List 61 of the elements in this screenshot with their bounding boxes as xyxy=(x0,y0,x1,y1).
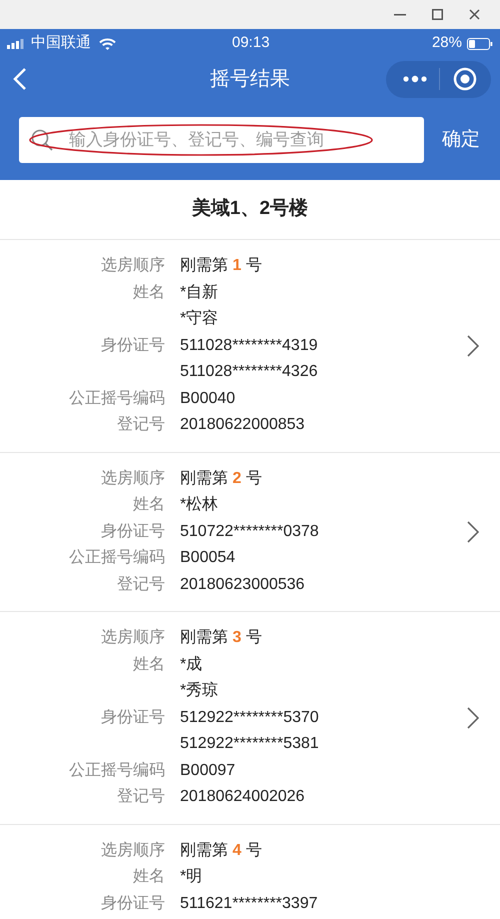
field-value: 20180622000853 xyxy=(180,415,305,435)
field-value: 刚需第 2 号 xyxy=(180,468,262,488)
field-value: 刚需第 4 号 xyxy=(180,840,262,860)
search-icon xyxy=(30,128,54,152)
field-label: 姓名 xyxy=(132,282,165,302)
field-label: 公正摇号编码 xyxy=(68,548,165,568)
field-value: 20180623000536 xyxy=(180,574,305,594)
field-label: 姓名 xyxy=(132,867,165,887)
field-label: 选房顺序 xyxy=(100,628,165,648)
back-icon[interactable] xyxy=(13,67,27,91)
field-value: *守容 xyxy=(180,308,218,329)
field-value: 512922********5381 xyxy=(180,734,319,754)
field-label: 选房顺序 xyxy=(100,468,165,488)
field-label: 登记号 xyxy=(116,574,165,594)
field-label: 身份证号 xyxy=(100,336,165,356)
field-value: B00097 xyxy=(180,760,236,780)
minimize-icon[interactable] xyxy=(394,14,406,16)
close-icon[interactable] xyxy=(469,9,480,20)
field-label: 身份证号 xyxy=(100,708,165,728)
field-label: 公正摇号编码 xyxy=(68,388,165,408)
result-card[interactable]: 选房顺序 刚需第 4 号 姓名 *明 身份证号 511621********3397 xyxy=(0,824,500,919)
field-label: 登记号 xyxy=(116,787,165,807)
field-value: 20180624002026 xyxy=(180,787,305,807)
field-value: 511621********3397 xyxy=(180,894,318,914)
field-value: *松林 xyxy=(180,494,218,515)
field-label: 选房顺序 xyxy=(100,256,165,276)
field-value: *成 xyxy=(180,654,202,674)
search-field[interactable]: 输入身份证号、登记号、编号查询 xyxy=(19,117,424,163)
field-value: 511028********4326 xyxy=(180,362,318,382)
result-card[interactable]: 选房顺序 刚需第 3 号 姓名 *成 *秀琼 身份证号 512922********5370 512922********5381 公正摇号编码 B00097 登记号 20180624002026 xyxy=(0,612,500,824)
field-label: 选房顺序 xyxy=(100,840,165,860)
result-card[interactable]: 选房顺序 刚需第 2 号 姓名 *松林 身份证号 510722********0378 公正摇号编码 B00054 登记号 20180623000536 xyxy=(0,452,500,612)
battery-percent: 28% xyxy=(432,33,462,54)
field-value: 刚需第 1 号 xyxy=(180,256,262,276)
field-label: 姓名 xyxy=(132,654,165,674)
clock-time: 09:13 xyxy=(232,33,270,54)
field-value: 512922********5370 xyxy=(180,708,319,728)
building-heading: 美域1、2号楼 xyxy=(192,196,308,222)
signal-icon xyxy=(7,38,24,48)
field-value: 511028********4319 xyxy=(180,336,318,356)
result-card[interactable]: 选房顺序 刚需第 1 号 姓名 *自新 *守容 身份证号 511028********4319 511028********4326 公正摇号编码 B00040 登记号 20180622000853 xyxy=(0,240,500,452)
field-label: 公正摇号编码 xyxy=(68,760,165,780)
maximize-icon[interactable] xyxy=(432,9,443,20)
field-value: *明 xyxy=(180,867,202,887)
field-label: 身份证号 xyxy=(100,894,165,914)
carrier-name: 中国联通 xyxy=(31,33,91,54)
close-target-icon[interactable] xyxy=(453,67,477,91)
field-label: 姓名 xyxy=(132,495,165,515)
page-title: 摇号结果 xyxy=(209,67,291,92)
field-label: 身份证号 xyxy=(100,522,165,542)
battery-icon xyxy=(467,38,493,50)
field-value: 刚需第 3 号 xyxy=(180,628,262,648)
wifi-icon xyxy=(99,38,116,50)
field-value: 510722********0378 xyxy=(180,522,319,542)
confirm-button[interactable]: 确定 xyxy=(442,126,480,154)
field-label: 登记号 xyxy=(116,415,165,435)
field-value: *自新 xyxy=(180,282,218,302)
field-value: B00054 xyxy=(180,548,236,568)
more-icon[interactable] xyxy=(403,75,427,83)
field-value: B00040 xyxy=(180,388,236,408)
field-value: *秀琼 xyxy=(180,680,218,701)
